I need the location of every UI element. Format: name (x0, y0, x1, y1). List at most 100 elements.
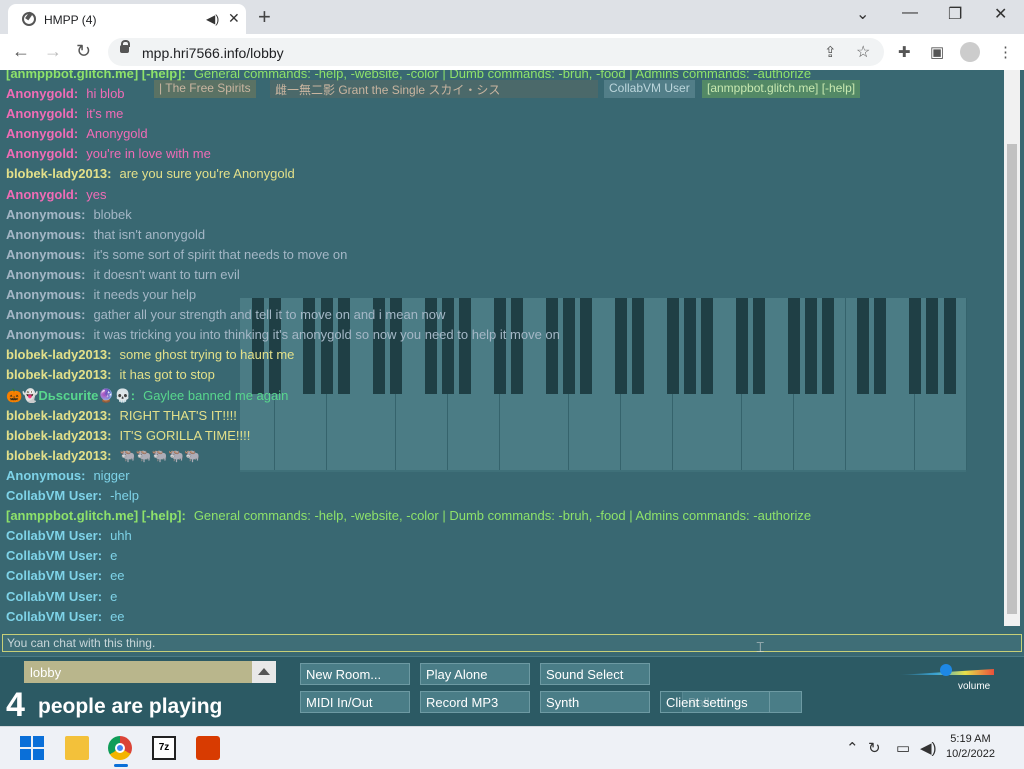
restore-button[interactable]: ❐ (948, 4, 962, 24)
chat-user-name[interactable]: blobek-lady2013: (6, 428, 112, 443)
chat-text: you're in love with me (86, 146, 211, 162)
url-text[interactable]: mpp.hri7566.info/lobby (142, 45, 284, 61)
close-window-button[interactable]: ✕ (994, 4, 1007, 24)
chat-user-name[interactable]: Anonymous: (6, 207, 85, 222)
sound-select-button[interactable]: Sound Select (540, 663, 650, 685)
scrollbar-thumb[interactable] (1007, 144, 1017, 614)
chat-user-name[interactable]: Anonymous: (6, 267, 85, 282)
chat-message: 🎃👻Dьscurite🔮💀: Gaylee banned me again (6, 388, 288, 404)
chat-text: some ghost trying to haunt me (119, 347, 295, 363)
chat-text: e (110, 548, 118, 564)
chat-text: it has got to stop (119, 367, 215, 383)
chrome-icon[interactable] (108, 736, 132, 760)
chat-message: blobek-lady2013: IT'S GORILLA TIME!!!! (6, 428, 250, 443)
chat-message: Anonygold: it's me (6, 106, 123, 121)
chevron-up-icon[interactable] (252, 661, 276, 683)
file-explorer-icon[interactable] (65, 736, 89, 760)
chat-text: blobek (93, 206, 132, 222)
chat-user-name[interactable]: blobek-lady2013: (6, 408, 112, 423)
chat-scrollbar[interactable] (1004, 70, 1020, 626)
share-icon[interactable]: ⇪ (824, 43, 837, 61)
profile-avatar-icon[interactable] (960, 42, 980, 62)
chat-message: [anmppbot.glitch.me] [-help]: General com… (6, 508, 811, 523)
windows-start-icon[interactable] (20, 736, 44, 760)
chat-message: CollabVM User: uhh (6, 528, 132, 543)
chat-user-name[interactable]: Anonygold: (6, 126, 78, 141)
chat-message: Anonymous: that isn't anonygold (6, 227, 205, 242)
chat-user-name[interactable]: Anonygold: (6, 187, 78, 202)
chat-message: Anonygold: you're in love with me (6, 146, 211, 161)
new-room-button[interactable]: New Room... (300, 663, 410, 685)
new-tab-button[interactable]: + (258, 4, 271, 30)
chat-input[interactable]: You can chat with this thing. (2, 634, 1022, 652)
chat-text: ee (110, 608, 125, 624)
chat-message: Anonymous: gather all your strength and t… (6, 307, 445, 322)
chat-user-name[interactable]: Anonymous: (6, 327, 85, 342)
player-count: 4 (6, 686, 25, 724)
synth-button[interactable]: Synth (540, 691, 650, 713)
speaker-icon[interactable]: ◀) (920, 739, 937, 757)
chat-text: General commands: -help, -website, -colo… (193, 508, 812, 524)
chat-user-name[interactable]: CollabVM User: (6, 589, 102, 604)
chat-user-name[interactable]: 🎃👻Dьscurite🔮💀: (6, 388, 135, 403)
chat-message: Anonymous: it needs your help (6, 287, 196, 302)
more-menu-icon[interactable]: ⋮ (998, 43, 1013, 61)
room-name: lobby (30, 665, 62, 680)
chevron-up-icon[interactable]: ⌃ (846, 739, 859, 757)
extensions-puzzle-icon[interactable]: ✚ (898, 43, 911, 61)
chat-user-name[interactable]: CollabVM User: (6, 609, 102, 624)
chat-user-name[interactable]: CollabVM User: (6, 488, 102, 503)
tab-search-icon[interactable]: ⌄ (856, 4, 869, 24)
midi-button[interactable]: MIDI In/Out (300, 691, 410, 713)
taskbar: 7z ⌃ ↻ ▭ ◀) 5:19 AM 10/2/2022 (0, 726, 1024, 769)
chat-user-name[interactable]: Anonymous: (6, 287, 85, 302)
back-arrow-icon[interactable]: ← (12, 41, 30, 62)
chat-user-name[interactable]: CollabVM User: (6, 568, 102, 583)
bookmark-star-icon[interactable]: ☆ (856, 42, 870, 62)
chat-user-name[interactable]: Anonymous: (6, 247, 85, 262)
address-bar[interactable]: mpp.hri7566.info/lobby ⇪ ☆ (108, 38, 884, 66)
chat-user-name[interactable]: CollabVM User: (6, 528, 102, 543)
play-alone-button[interactable]: Play Alone (420, 663, 530, 685)
chat-user-name[interactable]: Anonymous: (6, 468, 85, 483)
side-panel-icon[interactable]: ▣ (930, 43, 944, 61)
client-settings-button[interactable]: Client settings (660, 691, 770, 713)
network-icon[interactable]: ▭ (896, 739, 910, 757)
chat-message: Anonygold: hi blob (6, 86, 125, 101)
chat-text: ee (110, 568, 125, 584)
chat-user-name[interactable]: CollabVM User: (6, 548, 102, 563)
minimize-button[interactable]: — (902, 4, 918, 22)
chat-user-name[interactable]: blobek-lady2013: (6, 347, 112, 362)
volume-knob[interactable] (940, 664, 952, 676)
close-tab-icon[interactable]: ✕ (228, 10, 240, 27)
volume-slider[interactable] (898, 664, 994, 677)
chat-user-name[interactable]: Anonymous: (6, 227, 85, 242)
sync-icon[interactable]: ↻ (868, 739, 881, 757)
record-mp3-button[interactable]: Record MP3 (420, 691, 530, 713)
lock-icon[interactable] (120, 40, 130, 53)
chat-message: Anonygold: yes (6, 187, 106, 202)
chat-user-name[interactable]: Anonygold: (6, 146, 78, 161)
chat-message: Anonymous: nigger (6, 468, 130, 483)
chat-text: yes (86, 186, 107, 202)
chat-user-name[interactable]: [anmppbot.glitch.me] [-help]: (6, 508, 186, 523)
forward-arrow-icon[interactable]: → (44, 41, 62, 62)
reload-icon[interactable]: ↻ (76, 41, 91, 62)
chat-text: gather all your strength and tell it to … (93, 307, 446, 323)
room-selector[interactable]: lobby (24, 661, 276, 683)
chat-user-name[interactable]: blobek-lady2013: (6, 367, 112, 382)
taskbar-clock[interactable]: 5:19 AM 10/2/2022 (946, 733, 995, 760)
office-icon[interactable] (196, 736, 220, 760)
volume-label: volume (958, 681, 991, 692)
chat-user-name[interactable]: Anonygold: (6, 106, 78, 121)
chat-user-name[interactable]: blobek-lady2013: (6, 448, 112, 463)
chat-user-name[interactable]: Anonygold: (6, 86, 78, 101)
text-cursor-icon: ⌶ (756, 639, 765, 655)
tab-title: HMPP (4) (44, 13, 97, 27)
7zip-icon[interactable]: 7z (152, 736, 176, 760)
chat-user-name[interactable]: blobek-lady2013: (6, 166, 112, 181)
chat-user-name[interactable]: Anonymous: (6, 307, 85, 322)
browser-tab[interactable]: HMPP (4) ◀) ✕ (8, 4, 246, 34)
audio-playing-icon[interactable]: ◀) (206, 12, 219, 26)
chat-text: RIGHT THAT'S IT!!!! (119, 407, 237, 423)
